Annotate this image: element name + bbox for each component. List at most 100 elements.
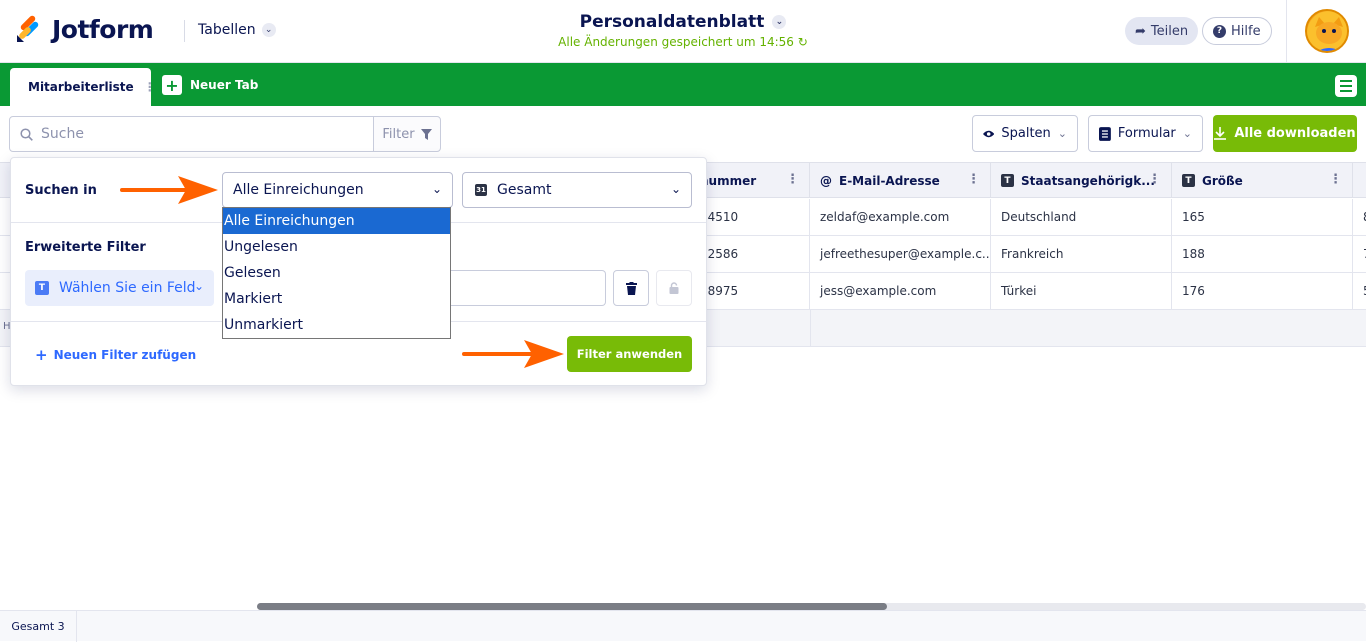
- search-in-value: Alle Einreichungen: [233, 182, 364, 198]
- share-icon: ➦: [1135, 23, 1146, 39]
- table-cell[interactable]: 8: [1353, 199, 1366, 235]
- column-header-nationality[interactable]: T Staatsangehörigk... ⋮: [991, 163, 1172, 198]
- table-cell[interactable]: 34510: [690, 199, 810, 235]
- help-icon: ?: [1213, 24, 1226, 38]
- funnel-icon: [420, 128, 432, 140]
- delete-filter-button[interactable]: [613, 270, 649, 306]
- document-title-text: Personaldatenblatt: [579, 12, 765, 32]
- header-divider: [1286, 0, 1287, 63]
- text-field-icon: T: [1001, 174, 1014, 187]
- date-range-select[interactable]: 31 Gesamt ⌄: [462, 172, 692, 208]
- search-in-select[interactable]: Alle Einreichungen ⌄: [222, 172, 453, 208]
- add-filter-button[interactable]: + Neuen Filter zufügen: [35, 346, 196, 364]
- tab-mitarbeiterliste[interactable]: Mitarbeiterliste ⋮: [10, 68, 156, 106]
- form-button[interactable]: Formular ⌄: [1088, 115, 1203, 152]
- column-divider: [810, 310, 811, 347]
- dropdown-option[interactable]: Alle Einreichungen: [223, 208, 450, 234]
- horizontal-scrollbar-thumb[interactable]: [257, 603, 887, 610]
- tab-label: Mitarbeiterliste: [28, 80, 134, 94]
- table-cell[interactable]: 165: [1172, 199, 1353, 235]
- table-cell[interactable]: zeldaf@example.com: [810, 199, 991, 235]
- avatar[interactable]: [1305, 9, 1349, 53]
- column-label: nummer: [700, 173, 757, 188]
- columns-button[interactable]: Spalten ⌄: [972, 115, 1078, 152]
- table-cell[interactable]: Türkei: [991, 273, 1172, 309]
- filter-value-input[interactable]: [451, 270, 606, 306]
- table-cell[interactable]: jess@example.com: [810, 273, 991, 309]
- advanced-filters-label: Erweiterte Filter: [25, 240, 146, 255]
- download-icon: [1214, 127, 1227, 140]
- eye-icon: [983, 130, 995, 137]
- search-in-label: Suchen in: [25, 183, 97, 198]
- trash-icon: [625, 281, 637, 295]
- field-select-placeholder: Wählen Sie ein Feld: [59, 280, 196, 296]
- columns-label: Spalten: [1001, 126, 1051, 141]
- table-cell[interactable]: 38975: [690, 273, 810, 309]
- kebab-icon[interactable]: ⋮: [144, 80, 156, 94]
- table-cell[interactable]: 22586: [690, 236, 810, 272]
- refresh-icon: ↻: [797, 35, 808, 49]
- date-range-value: Gesamt: [497, 182, 552, 198]
- text-field-icon: T: [1182, 174, 1195, 187]
- annotation-arrow-icon: [462, 340, 564, 368]
- kebab-icon[interactable]: ⋮: [1148, 172, 1161, 187]
- chevron-down-icon: ⌄: [772, 15, 787, 29]
- search-input[interactable]: Suche: [9, 116, 374, 152]
- total-count: Gesamt 3: [0, 611, 77, 642]
- new-tab-button[interactable]: + Neuer Tab: [162, 75, 258, 95]
- column-label: E-Mail-Adresse: [839, 173, 940, 188]
- help-button[interactable]: ? Hilfe: [1202, 17, 1272, 45]
- lock-filter-button[interactable]: [656, 270, 692, 306]
- filter-label: Filter: [382, 126, 415, 142]
- column-label: Größe: [1202, 173, 1243, 188]
- share-label: Teilen: [1150, 23, 1189, 39]
- chevron-down-icon: ⌄: [193, 279, 204, 293]
- text-field-icon: T: [35, 281, 49, 295]
- download-all-button[interactable]: Alle downloaden: [1213, 115, 1357, 152]
- search-in-dropdown-list: Alle Einreichungen Ungelesen Gelesen Mar…: [222, 207, 451, 339]
- dropdown-option[interactable]: Gelesen: [223, 260, 450, 286]
- dropdown-option[interactable]: Ungelesen: [223, 234, 450, 260]
- top-header: Jotform Tabellen ⌄ Personaldatenblatt ⌄ …: [0, 0, 1366, 63]
- new-tab-label: Neuer Tab: [190, 78, 259, 92]
- table-cell[interactable]: 5: [1353, 273, 1366, 309]
- table-cell[interactable]: jefreethesuper@example.c...: [810, 236, 991, 272]
- form-label: Formular: [1117, 126, 1176, 141]
- dropdown-option[interactable]: Unmarkiert: [223, 312, 450, 338]
- table-cell[interactable]: Deutschland: [991, 199, 1172, 235]
- apply-filter-label: Filter anwenden: [576, 347, 683, 361]
- apply-filter-button[interactable]: Filter anwenden: [567, 336, 692, 372]
- calendar-icon: 31: [475, 184, 487, 196]
- kebab-icon[interactable]: ⋮: [786, 172, 799, 187]
- footer-bar: Gesamt 3: [0, 610, 1366, 642]
- hamburger-menu-icon[interactable]: [1335, 75, 1357, 97]
- annotation-arrow-icon: [120, 176, 218, 204]
- column-header-height[interactable]: T Größe ⋮: [1172, 163, 1353, 198]
- share-button[interactable]: ➦ Teilen: [1125, 17, 1199, 45]
- column-header-email[interactable]: @ E-Mail-Adresse ⋮: [810, 163, 991, 198]
- dropdown-option[interactable]: Markiert: [223, 286, 450, 312]
- filter-button[interactable]: Filter: [373, 116, 441, 152]
- chevron-down-icon: ⌄: [1182, 127, 1192, 140]
- table-cell[interactable]: 188: [1172, 236, 1353, 272]
- plus-icon: +: [35, 346, 48, 364]
- search-icon: [20, 127, 33, 141]
- at-icon: @: [820, 173, 832, 188]
- help-label: Hilfe: [1231, 23, 1261, 39]
- document-title[interactable]: Personaldatenblatt ⌄: [580, 12, 787, 32]
- lock-icon: [669, 282, 679, 294]
- kebab-icon[interactable]: ⋮: [1329, 172, 1342, 187]
- chevron-down-icon: ⌄: [431, 182, 442, 196]
- save-status-text: Alle Änderungen gespeichert um 14:56: [558, 35, 794, 49]
- column-label: Staatsangehörigk...: [1021, 173, 1155, 188]
- kebab-icon[interactable]: ⋮: [967, 172, 980, 187]
- form-icon: [1099, 126, 1111, 141]
- table-cell[interactable]: 176: [1172, 273, 1353, 309]
- column-header-phone[interactable]: nummer ⋮: [690, 163, 810, 198]
- field-select[interactable]: T Wählen Sie ein Feld ⌄: [25, 270, 214, 306]
- plus-icon: +: [162, 75, 182, 95]
- table-cell[interactable]: Frankreich: [991, 236, 1172, 272]
- column-header-next[interactable]: [1353, 163, 1366, 198]
- table-cell[interactable]: 7: [1353, 236, 1366, 272]
- download-label: Alle downloaden: [1234, 126, 1356, 141]
